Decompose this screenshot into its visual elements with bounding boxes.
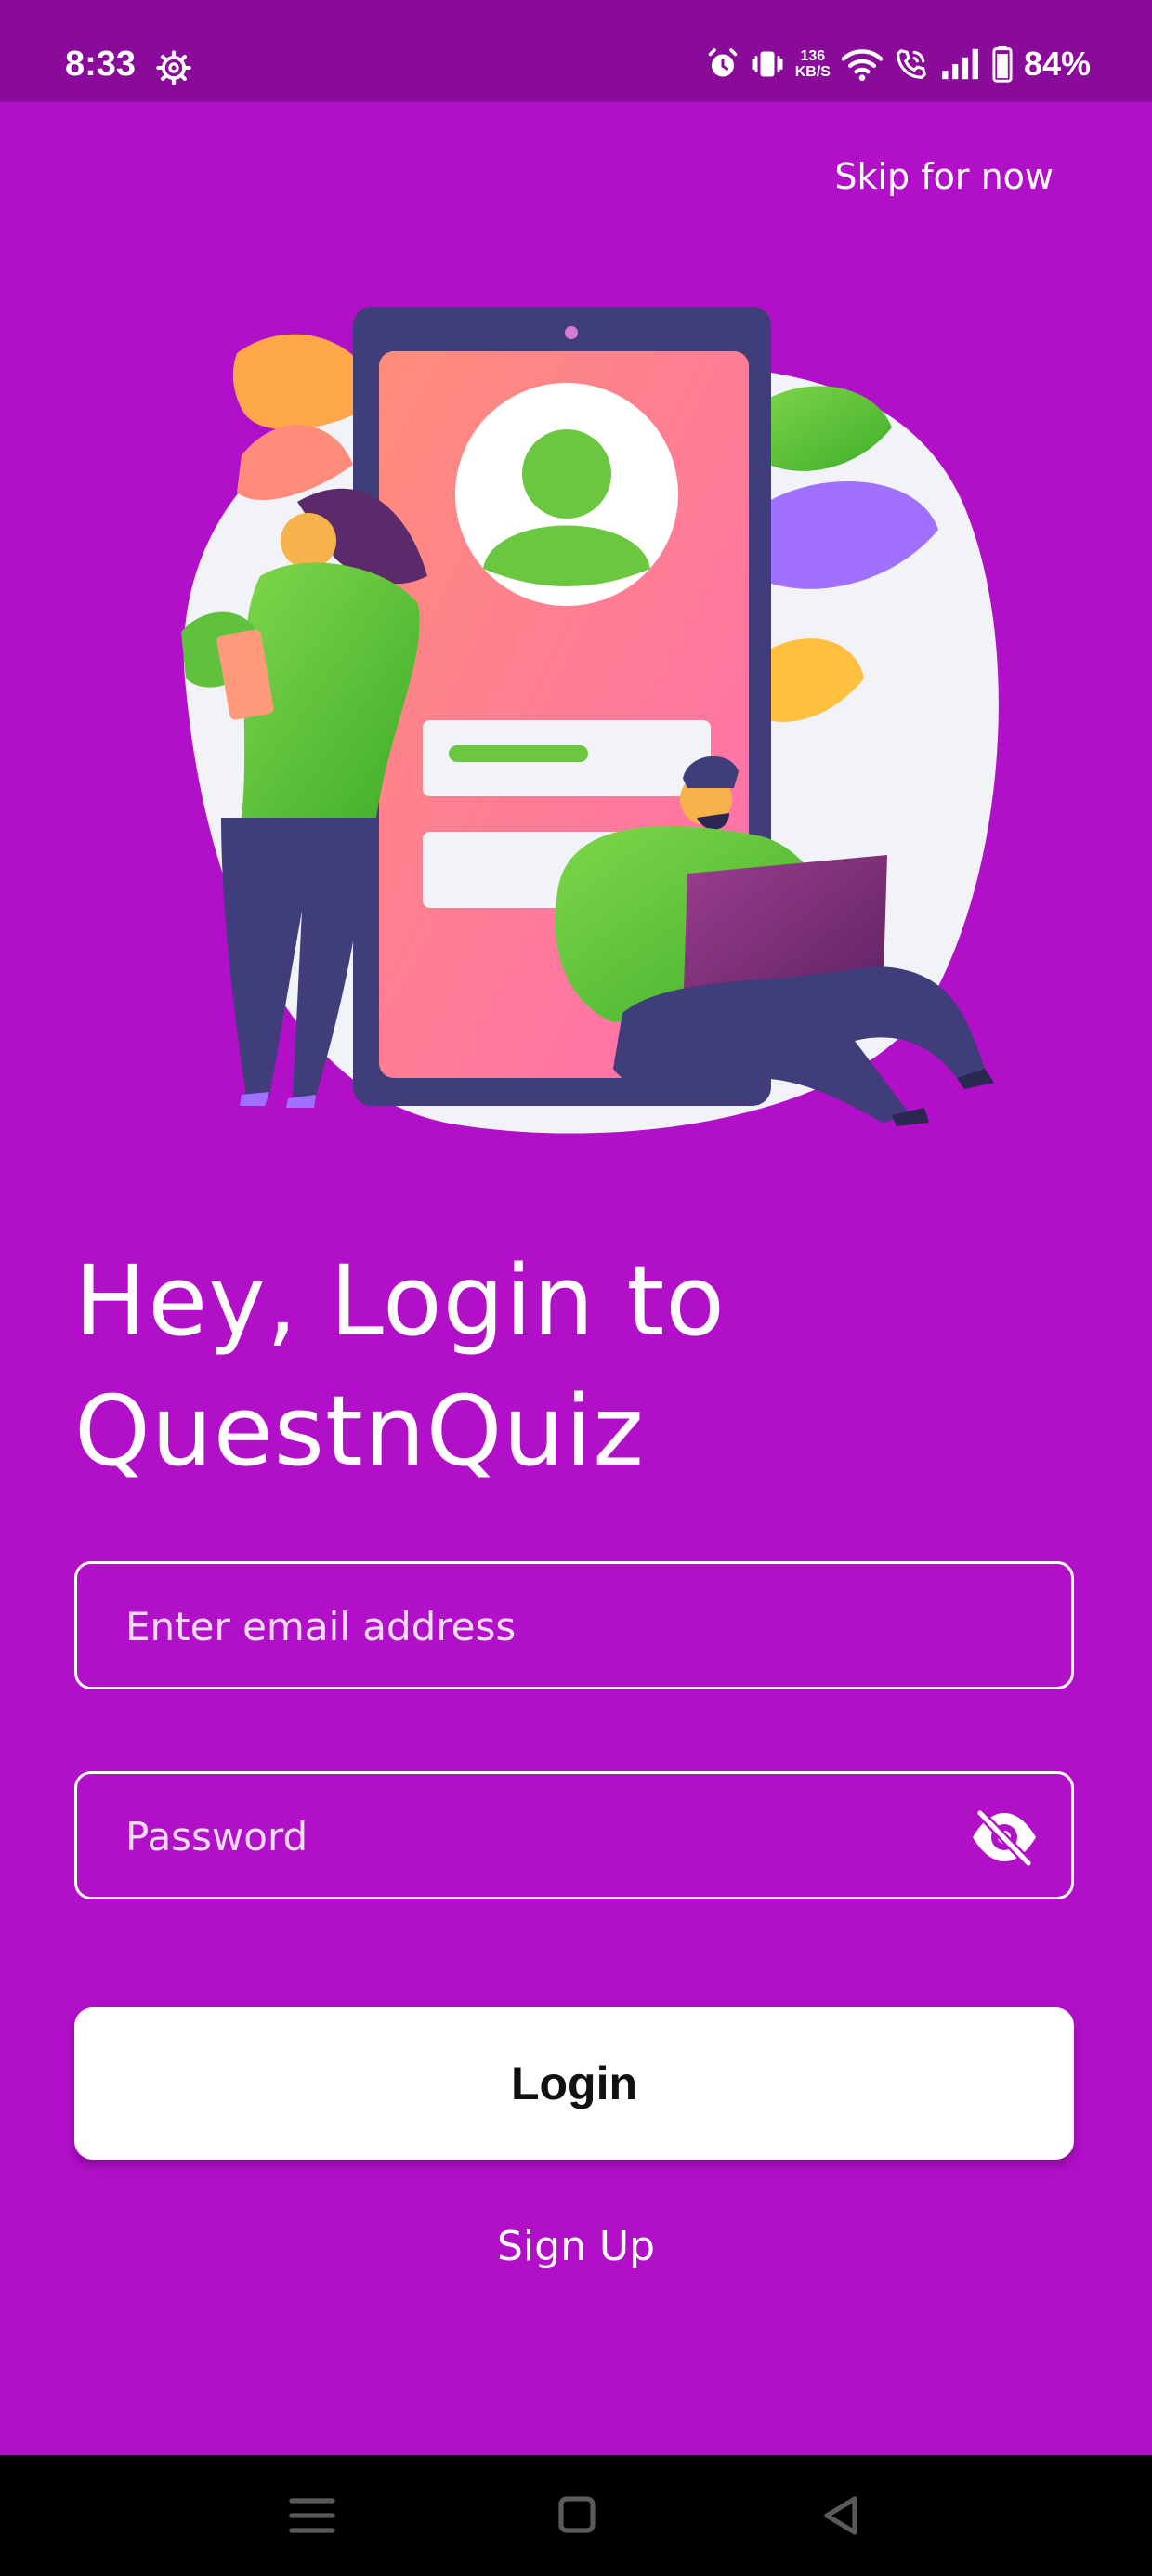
title-line-1: Hey, Login to [74,1244,726,1358]
status-time: 8:33 [65,45,137,84]
network-speed-value: 136 [800,48,826,64]
login-illustration [181,307,999,1134]
vibrate-icon [752,51,783,77]
battery-icon [992,46,1013,83]
eye-off-icon[interactable] [969,1807,1040,1867]
password-field-container [74,1771,1074,1899]
password-field[interactable] [124,1774,945,1899]
network-speed-unit: KB/S [794,64,831,80]
battery-percentage: 84% [1023,45,1091,83]
network-speed: 136 KB/S [795,48,831,80]
login-button[interactable]: Login [74,2007,1074,2160]
title-line-2: QuestnQuiz [74,1374,645,1488]
sign-up-link[interactable]: Sign Up [0,2223,1152,2270]
signal-icon [942,48,978,80]
menu-icon[interactable] [284,2492,340,2539]
back-icon[interactable] [814,2492,870,2539]
status-icons: 136 KB/S 84% [706,43,1091,85]
system-navigation-bar [0,2455,1152,2576]
alarm-icon [708,48,738,77]
wifi-call-icon [897,48,926,79]
gear-icon [156,50,191,85]
email-field[interactable] [124,1564,945,1689]
wifi-icon [841,49,883,81]
skip-for-now-link[interactable]: Skip for now [834,156,1054,197]
home-icon[interactable] [548,2492,604,2539]
status-bar: 8:33 136 KB/S 84% [0,0,1152,102]
page-title: Hey, Login to QuestnQuiz [74,1236,1003,1496]
email-field-container [74,1561,1074,1689]
